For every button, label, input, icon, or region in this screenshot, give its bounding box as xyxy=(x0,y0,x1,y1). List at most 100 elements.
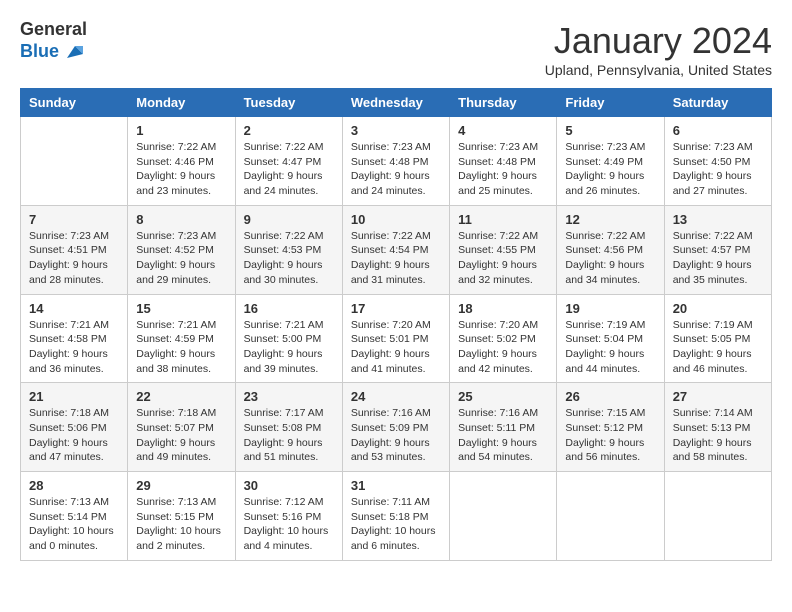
day-info: Sunrise: 7:16 AMSunset: 5:09 PMDaylight:… xyxy=(351,406,441,465)
day-number: 31 xyxy=(351,478,441,493)
day-info: Sunrise: 7:22 AMSunset: 4:57 PMDaylight:… xyxy=(673,229,763,288)
day-info: Sunrise: 7:20 AMSunset: 5:02 PMDaylight:… xyxy=(458,318,548,377)
calendar-cell: 20 Sunrise: 7:19 AMSunset: 5:05 PMDayligh… xyxy=(664,294,771,383)
day-number: 7 xyxy=(29,212,119,227)
calendar-cell: 2 Sunrise: 7:22 AMSunset: 4:47 PMDaylight… xyxy=(235,117,342,206)
day-number: 20 xyxy=(673,301,763,316)
logo: General Blue xyxy=(20,20,87,64)
day-number: 13 xyxy=(673,212,763,227)
day-info: Sunrise: 7:19 AMSunset: 5:04 PMDaylight:… xyxy=(565,318,655,377)
day-number: 11 xyxy=(458,212,548,227)
day-number: 1 xyxy=(136,123,226,138)
calendar-cell: 26 Sunrise: 7:15 AMSunset: 5:12 PMDayligh… xyxy=(557,383,664,472)
day-number: 15 xyxy=(136,301,226,316)
day-number: 24 xyxy=(351,389,441,404)
calendar-header-row: SundayMondayTuesdayWednesdayThursdayFrid… xyxy=(21,89,772,117)
day-info: Sunrise: 7:15 AMSunset: 5:12 PMDaylight:… xyxy=(565,406,655,465)
weekday-header-sunday: Sunday xyxy=(21,89,128,117)
day-info: Sunrise: 7:22 AMSunset: 4:47 PMDaylight:… xyxy=(244,140,334,199)
calendar-cell xyxy=(664,472,771,561)
calendar-week-row: 1 Sunrise: 7:22 AMSunset: 4:46 PMDaylight… xyxy=(21,117,772,206)
location-text: Upland, Pennsylvania, United States xyxy=(545,62,772,78)
calendar-cell: 12 Sunrise: 7:22 AMSunset: 4:56 PMDayligh… xyxy=(557,205,664,294)
day-number: 23 xyxy=(244,389,334,404)
calendar-cell: 6 Sunrise: 7:23 AMSunset: 4:50 PMDaylight… xyxy=(664,117,771,206)
day-number: 2 xyxy=(244,123,334,138)
day-info: Sunrise: 7:19 AMSunset: 5:05 PMDaylight:… xyxy=(673,318,763,377)
day-number: 19 xyxy=(565,301,655,316)
logo-blue-text: Blue xyxy=(20,42,59,62)
day-info: Sunrise: 7:22 AMSunset: 4:46 PMDaylight:… xyxy=(136,140,226,199)
calendar-cell: 16Sunrise: 7:21 AMSunset: 5:00 PMDayligh… xyxy=(235,294,342,383)
day-info: Sunrise: 7:23 AMSunset: 4:49 PMDaylight:… xyxy=(565,140,655,199)
day-number: 25 xyxy=(458,389,548,404)
calendar-cell: 23Sunrise: 7:17 AMSunset: 5:08 PMDayligh… xyxy=(235,383,342,472)
day-info: Sunrise: 7:21 AMSunset: 4:58 PMDaylight:… xyxy=(29,318,119,377)
day-info: Sunrise: 7:22 AMSunset: 4:53 PMDaylight:… xyxy=(244,229,334,288)
calendar-cell: 28Sunrise: 7:13 AMSunset: 5:14 PMDayligh… xyxy=(21,472,128,561)
calendar-cell: 24 Sunrise: 7:16 AMSunset: 5:09 PMDayligh… xyxy=(342,383,449,472)
calendar-cell: 25 Sunrise: 7:16 AMSunset: 5:11 PMDayligh… xyxy=(450,383,557,472)
calendar-cell: 31 Sunrise: 7:11 AMSunset: 5:18 PMDayligh… xyxy=(342,472,449,561)
calendar-cell: 17Sunrise: 7:20 AMSunset: 5:01 PMDayligh… xyxy=(342,294,449,383)
calendar-cell xyxy=(21,117,128,206)
calendar-cell: 30 Sunrise: 7:12 AMSunset: 5:16 PMDayligh… xyxy=(235,472,342,561)
calendar-week-row: 21 Sunrise: 7:18 AMSunset: 5:06 PMDayligh… xyxy=(21,383,772,472)
calendar-cell: 3 Sunrise: 7:23 AMSunset: 4:48 PMDaylight… xyxy=(342,117,449,206)
calendar-cell: 10 Sunrise: 7:22 AMSunset: 4:54 PMDayligh… xyxy=(342,205,449,294)
calendar-cell: 18Sunrise: 7:20 AMSunset: 5:02 PMDayligh… xyxy=(450,294,557,383)
day-info: Sunrise: 7:23 AMSunset: 4:51 PMDaylight:… xyxy=(29,229,119,288)
calendar-cell: 11Sunrise: 7:22 AMSunset: 4:55 PMDayligh… xyxy=(450,205,557,294)
day-info: Sunrise: 7:23 AMSunset: 4:50 PMDaylight:… xyxy=(673,140,763,199)
calendar-week-row: 7 Sunrise: 7:23 AMSunset: 4:51 PMDaylight… xyxy=(21,205,772,294)
month-title: January 2024 xyxy=(545,20,772,62)
calendar-cell: 22Sunrise: 7:18 AMSunset: 5:07 PMDayligh… xyxy=(128,383,235,472)
day-info: Sunrise: 7:23 AMSunset: 4:48 PMDaylight:… xyxy=(351,140,441,199)
day-info: Sunrise: 7:18 AMSunset: 5:06 PMDaylight:… xyxy=(29,406,119,465)
day-info: Sunrise: 7:13 AMSunset: 5:15 PMDaylight:… xyxy=(136,495,226,554)
logo-icon xyxy=(61,40,85,64)
calendar-cell: 29Sunrise: 7:13 AMSunset: 5:15 PMDayligh… xyxy=(128,472,235,561)
day-info: Sunrise: 7:21 AMSunset: 4:59 PMDaylight:… xyxy=(136,318,226,377)
day-info: Sunrise: 7:13 AMSunset: 5:14 PMDaylight:… xyxy=(29,495,119,554)
page-header: General Blue January 2024 Upland, Pennsy… xyxy=(20,20,772,78)
weekday-header-monday: Monday xyxy=(128,89,235,117)
day-info: Sunrise: 7:14 AMSunset: 5:13 PMDaylight:… xyxy=(673,406,763,465)
day-info: Sunrise: 7:16 AMSunset: 5:11 PMDaylight:… xyxy=(458,406,548,465)
calendar-cell: 21 Sunrise: 7:18 AMSunset: 5:06 PMDayligh… xyxy=(21,383,128,472)
day-info: Sunrise: 7:18 AMSunset: 5:07 PMDaylight:… xyxy=(136,406,226,465)
day-number: 3 xyxy=(351,123,441,138)
weekday-header-tuesday: Tuesday xyxy=(235,89,342,117)
calendar-cell: 19 Sunrise: 7:19 AMSunset: 5:04 PMDayligh… xyxy=(557,294,664,383)
day-number: 30 xyxy=(244,478,334,493)
calendar-cell: 13 Sunrise: 7:22 AMSunset: 4:57 PMDayligh… xyxy=(664,205,771,294)
weekday-header-thursday: Thursday xyxy=(450,89,557,117)
calendar-week-row: 28Sunrise: 7:13 AMSunset: 5:14 PMDayligh… xyxy=(21,472,772,561)
day-number: 17 xyxy=(351,301,441,316)
day-number: 5 xyxy=(565,123,655,138)
calendar-cell: 1 Sunrise: 7:22 AMSunset: 4:46 PMDaylight… xyxy=(128,117,235,206)
day-info: Sunrise: 7:22 AMSunset: 4:56 PMDaylight:… xyxy=(565,229,655,288)
day-number: 10 xyxy=(351,212,441,227)
calendar-cell: 14 Sunrise: 7:21 AMSunset: 4:58 PMDayligh… xyxy=(21,294,128,383)
calendar-cell: 5 Sunrise: 7:23 AMSunset: 4:49 PMDaylight… xyxy=(557,117,664,206)
calendar-week-row: 14 Sunrise: 7:21 AMSunset: 4:58 PMDayligh… xyxy=(21,294,772,383)
day-number: 4 xyxy=(458,123,548,138)
day-number: 14 xyxy=(29,301,119,316)
calendar-cell: 9Sunrise: 7:22 AMSunset: 4:53 PMDaylight… xyxy=(235,205,342,294)
calendar-cell xyxy=(557,472,664,561)
day-number: 21 xyxy=(29,389,119,404)
day-number: 26 xyxy=(565,389,655,404)
calendar-cell xyxy=(450,472,557,561)
day-number: 6 xyxy=(673,123,763,138)
day-info: Sunrise: 7:12 AMSunset: 5:16 PMDaylight:… xyxy=(244,495,334,554)
calendar-cell: 7 Sunrise: 7:23 AMSunset: 4:51 PMDaylight… xyxy=(21,205,128,294)
day-number: 12 xyxy=(565,212,655,227)
day-number: 8 xyxy=(136,212,226,227)
day-info: Sunrise: 7:21 AMSunset: 5:00 PMDaylight:… xyxy=(244,318,334,377)
calendar-cell: 15 Sunrise: 7:21 AMSunset: 4:59 PMDayligh… xyxy=(128,294,235,383)
day-info: Sunrise: 7:22 AMSunset: 4:54 PMDaylight:… xyxy=(351,229,441,288)
calendar-cell: 8Sunrise: 7:23 AMSunset: 4:52 PMDaylight… xyxy=(128,205,235,294)
day-info: Sunrise: 7:11 AMSunset: 5:18 PMDaylight:… xyxy=(351,495,441,554)
title-block: January 2024 Upland, Pennsylvania, Unite… xyxy=(545,20,772,78)
